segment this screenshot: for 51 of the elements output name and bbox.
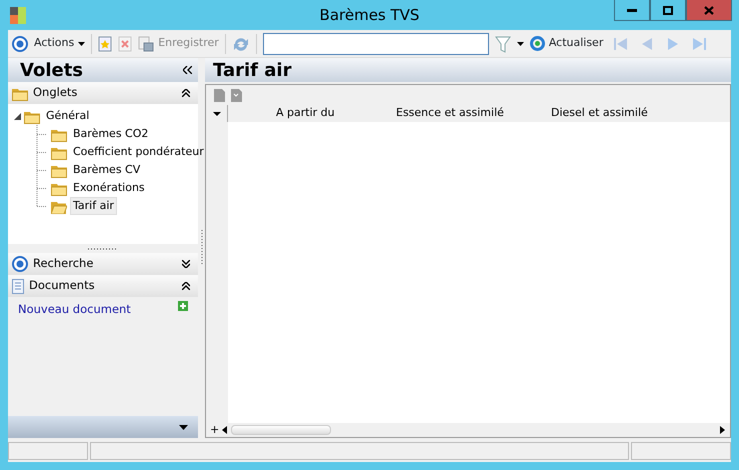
collapse-left-icon[interactable] — [183, 66, 192, 74]
collapse-chevron-icon[interactable] — [182, 282, 190, 290]
refresh-button[interactable]: Actualiser — [530, 35, 604, 52]
tree-item[interactable]: Général — [43, 106, 92, 126]
sidebar-title: Volets — [20, 58, 84, 82]
minimize-button[interactable] — [614, 0, 650, 21]
dropdown-caret-icon[interactable] — [179, 424, 188, 430]
minimize-icon[interactable] — [627, 8, 637, 12]
dropdown-caret-icon[interactable] — [516, 42, 524, 46]
group-header[interactable]: Documents — [8, 275, 198, 297]
group-label: Onglets — [33, 84, 78, 102]
caret-icon[interactable] — [78, 42, 86, 46]
tree-item[interactable]: Coefficient pondérateur — [70, 142, 207, 162]
window-title: Barèmes TVS — [320, 5, 420, 26]
tree-item[interactable]: Barèmes CV — [70, 160, 144, 180]
new-document-link[interactable]: Nouveau document — [18, 301, 131, 318]
maximize-icon[interactable] — [663, 6, 673, 14]
column-header[interactable]: Diesel et assimilé — [551, 105, 671, 122]
group-header[interactable]: Onglets — [8, 82, 198, 104]
group-label: Documents — [29, 277, 96, 294]
group-label: Recherche — [33, 255, 94, 272]
collapse-chevron-icon[interactable] — [182, 89, 190, 97]
new-document-icon[interactable] — [98, 36, 112, 52]
tree-line — [36, 161, 48, 179]
tree-item[interactable]: Tarif air — [70, 196, 117, 216]
close-icon[interactable] — [704, 6, 714, 14]
tree-item[interactable]: Barèmes CO2 — [70, 124, 152, 144]
refresh-icon[interactable] — [530, 36, 545, 51]
tree-line — [36, 143, 48, 161]
document-icon — [12, 278, 24, 294]
column-menu-caret-icon[interactable] — [212, 112, 220, 116]
tree-item[interactable]: Exonérations — [70, 178, 148, 198]
column-header[interactable]: A partir du — [228, 105, 396, 122]
app-icon — [10, 7, 26, 24]
scroll-right-icon[interactable] — [718, 425, 726, 435]
target-icon[interactable] — [12, 36, 28, 52]
add-row-button[interactable]: + — [210, 422, 220, 438]
actions-menu-button[interactable]: Actions — [34, 35, 86, 52]
tree-line — [36, 125, 48, 143]
column-header[interactable]: Essence et assimilé — [396, 105, 551, 122]
expander-triangle-icon[interactable] — [14, 112, 21, 120]
add-icon[interactable] — [178, 301, 188, 311]
panel-title: Tarif air — [213, 58, 292, 82]
expand-chevron-icon[interactable] — [182, 260, 190, 268]
scrollbar-thumb[interactable] — [231, 425, 332, 435]
close-button[interactable] — [686, 0, 732, 21]
target-icon — [12, 256, 28, 272]
new-page-icon[interactable] — [231, 88, 242, 102]
search-field[interactable] — [262, 32, 489, 54]
maximize-button[interactable] — [650, 0, 686, 21]
group-header[interactable]: Recherche — [8, 253, 198, 275]
